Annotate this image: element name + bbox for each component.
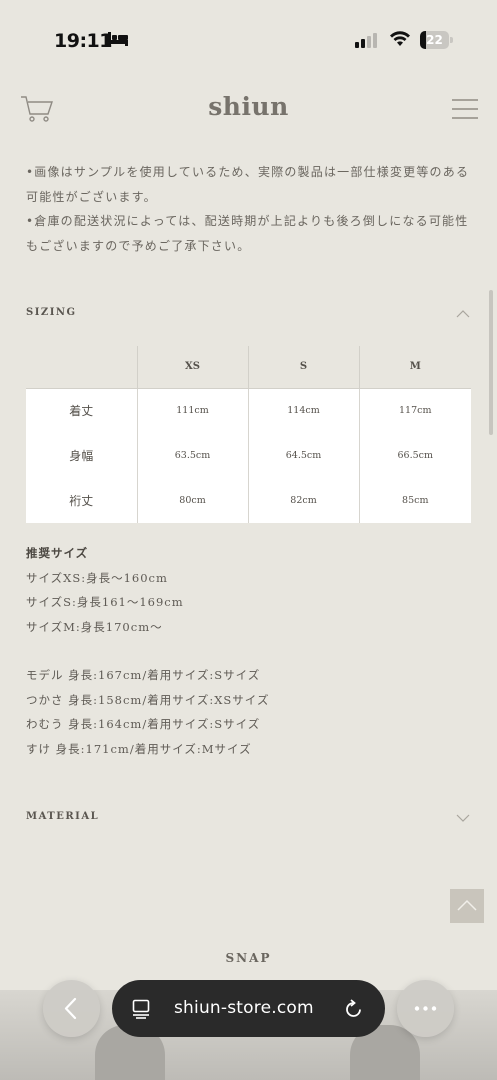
status-time: 19:11 bbox=[54, 30, 112, 52]
list-item: つかさ 身長:158cm/着用サイズ:XSサイズ bbox=[26, 692, 270, 707]
battery-level: 22 bbox=[426, 33, 443, 47]
sleep-focus-icon bbox=[108, 32, 128, 46]
snap-title: SNAP bbox=[225, 951, 272, 965]
size-table: XS S M 着丈 111cm 114cm 117cm 身幅 63.5cm 64… bbox=[26, 346, 471, 523]
page-icon[interactable] bbox=[132, 999, 150, 1019]
note-sample-image: •画像はサンプルを使用しているため、実際の製品は一部仕様変更等のある可能性がござ… bbox=[26, 165, 470, 204]
column-header-s: S bbox=[247, 346, 359, 389]
cell-xs: 63.5cm bbox=[136, 433, 248, 478]
recommended-line: サイズXS:身長～160cm bbox=[26, 570, 168, 585]
cell-m: 66.5cm bbox=[358, 433, 471, 478]
model-list: モデル 身長:167cm/着用サイズ:Sサイズ つかさ 身長:158cm/着用サ… bbox=[26, 663, 466, 762]
recommended-sizes: 推奨サイズ サイズXS:身長～160cm サイズS:身長161～169cm サイ… bbox=[26, 541, 466, 640]
list-item: わむう 身長:164cm/着用サイズ:Sサイズ bbox=[26, 717, 261, 732]
column-header-m: M bbox=[358, 346, 471, 389]
wifi-icon bbox=[390, 31, 410, 46]
material-title: MATERIAL bbox=[26, 811, 100, 822]
cell-xs: 80cm bbox=[136, 478, 248, 523]
scroll-to-top-button[interactable] bbox=[450, 889, 484, 923]
row-label: 着丈 bbox=[26, 388, 137, 433]
table-row: 身幅 63.5cm 64.5cm 66.5cm bbox=[26, 433, 471, 478]
material-section-toggle[interactable]: MATERIAL bbox=[26, 811, 472, 831]
row-label: 裄丈 bbox=[26, 478, 137, 523]
sizing-section-toggle[interactable]: SIZING bbox=[26, 307, 472, 327]
column-header-empty bbox=[26, 346, 137, 389]
site-logo[interactable]: shiun bbox=[0, 92, 497, 121]
recommended-title: 推奨サイズ bbox=[26, 546, 89, 560]
chevron-up-icon bbox=[456, 310, 470, 318]
chevron-up-icon bbox=[457, 899, 477, 911]
chevron-down-icon bbox=[456, 814, 470, 822]
address-bar[interactable]: shiun-store.com bbox=[112, 980, 385, 1037]
site-header: shiun bbox=[0, 80, 497, 140]
url-text[interactable]: shiun-store.com bbox=[174, 998, 314, 1018]
reload-icon[interactable] bbox=[344, 998, 364, 1020]
row-label: 身幅 bbox=[26, 433, 137, 478]
cell-xs: 111cm bbox=[136, 388, 248, 433]
cell-s: 114cm bbox=[247, 388, 359, 433]
back-icon bbox=[64, 997, 77, 1020]
list-item: モデル 身長:167cm/着用サイズ:Sサイズ bbox=[26, 668, 261, 682]
note-shipping: •倉庫の配送状況によっては、配送時期が上記よりも後ろ倒しになる可能性もございます… bbox=[26, 214, 469, 253]
product-notes: •画像はサンプルを使用しているため、実際の製品は一部仕様変更等のある可能性がござ… bbox=[26, 160, 476, 258]
size-table-header: XS S M bbox=[26, 346, 471, 389]
table-row: 着丈 111cm 114cm 117cm bbox=[26, 388, 471, 433]
sizing-title: SIZING bbox=[26, 307, 77, 318]
more-icon bbox=[414, 1006, 437, 1011]
back-button[interactable] bbox=[43, 980, 100, 1037]
scrollbar[interactable] bbox=[489, 290, 493, 435]
cell-s: 64.5cm bbox=[247, 433, 359, 478]
table-row: 裄丈 80cm 82cm 85cm bbox=[26, 478, 471, 523]
more-button[interactable] bbox=[397, 980, 454, 1037]
cell-s: 82cm bbox=[247, 478, 359, 523]
cell-m: 85cm bbox=[358, 478, 471, 523]
recommended-line: サイズS:身長161～169cm bbox=[26, 595, 184, 610]
recommended-line: サイズM:身長170cm～ bbox=[26, 620, 163, 635]
cellular-signal-icon bbox=[355, 33, 377, 48]
menu-icon[interactable] bbox=[452, 98, 478, 122]
status-bar: 19:11 22 bbox=[0, 0, 497, 80]
cell-m: 117cm bbox=[358, 388, 471, 433]
column-header-xs: XS bbox=[136, 346, 248, 389]
list-item: すけ 身長:171cm/着用サイズ:Mサイズ bbox=[26, 742, 252, 757]
battery-indicator: 22 bbox=[420, 31, 453, 49]
